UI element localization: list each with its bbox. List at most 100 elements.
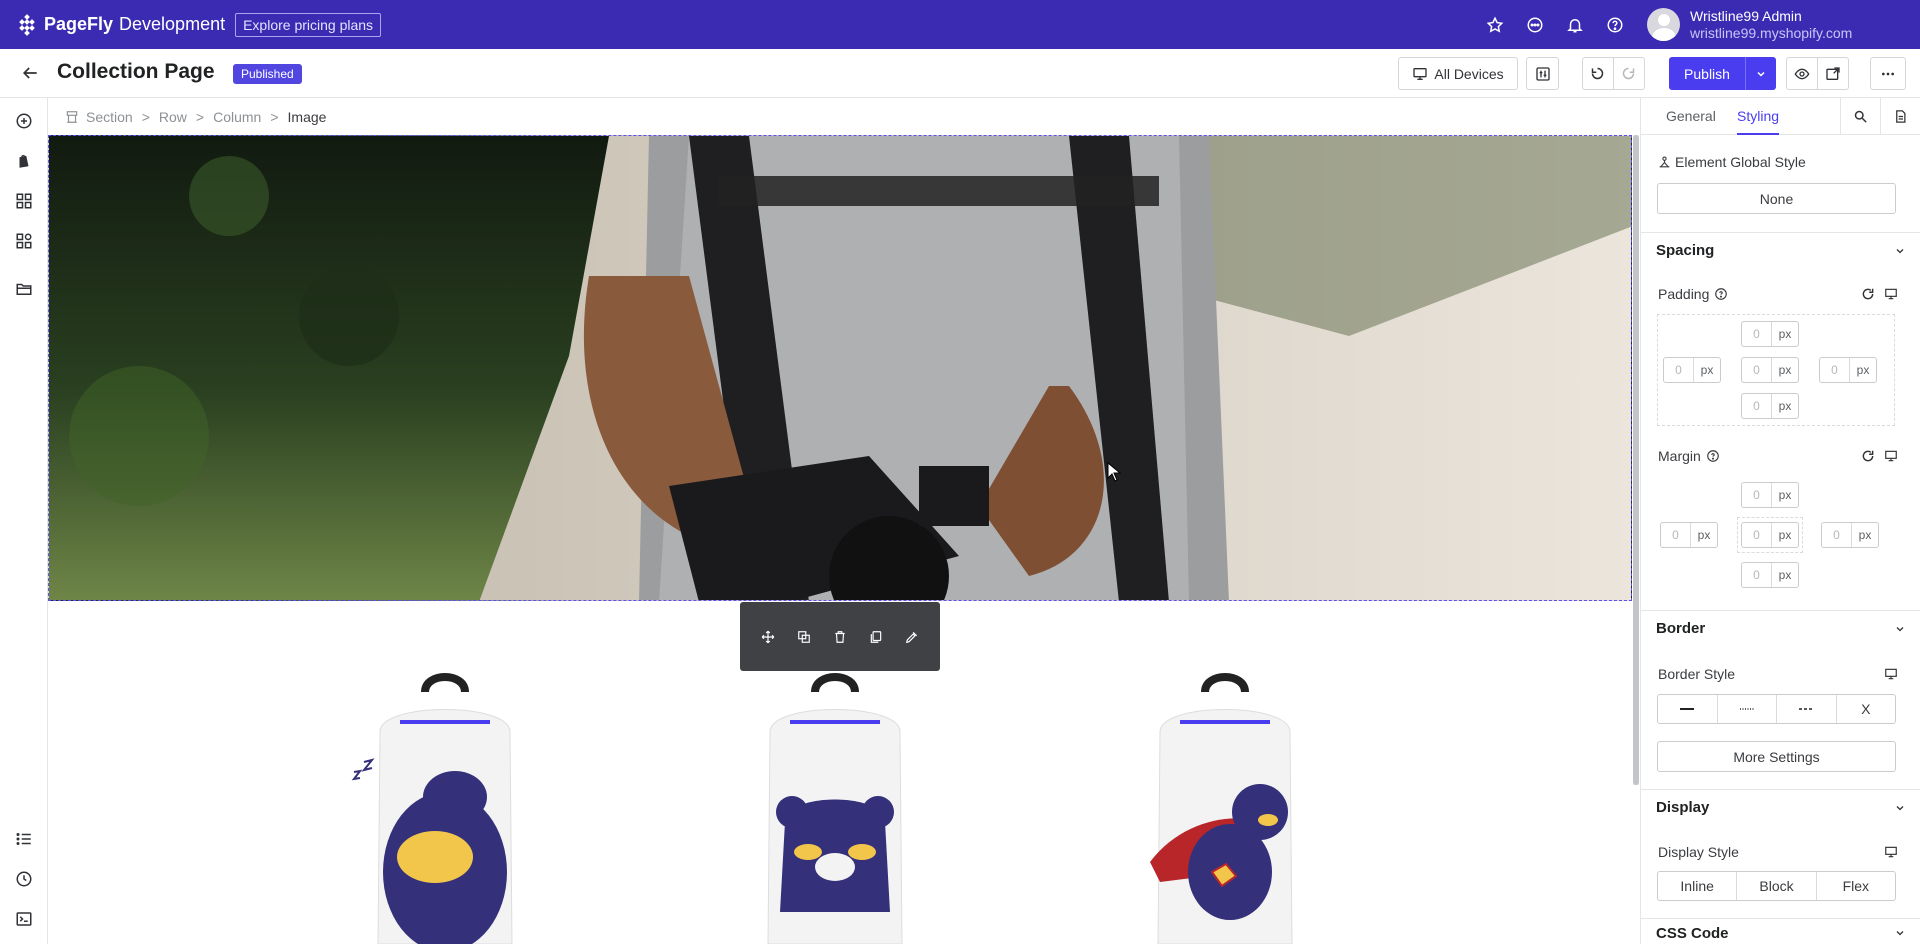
margin-top-value[interactable]: 0 bbox=[1742, 483, 1772, 507]
folder-icon[interactable] bbox=[13, 278, 35, 300]
spacing-section-header[interactable]: Spacing bbox=[1641, 232, 1920, 267]
star-icon[interactable] bbox=[1475, 0, 1515, 49]
external-preview-icon[interactable] bbox=[1818, 58, 1848, 89]
eyedropper-icon[interactable] bbox=[901, 626, 923, 648]
scrollbar-thumb[interactable] bbox=[1633, 135, 1639, 785]
backpack-image-sleeping-bear[interactable] bbox=[340, 672, 550, 944]
border-dotted-option[interactable] bbox=[1718, 695, 1777, 723]
padding-bottom-unit[interactable]: px bbox=[1772, 394, 1798, 418]
padding-right-unit[interactable]: px bbox=[1850, 358, 1876, 382]
padding-bottom-value[interactable]: 0 bbox=[1742, 394, 1772, 418]
duplicate-icon[interactable] bbox=[793, 626, 815, 648]
page-title[interactable]: Collection Page bbox=[57, 60, 215, 84]
breadcrumb-row[interactable]: Row bbox=[159, 109, 187, 125]
avatar[interactable] bbox=[1647, 8, 1680, 41]
margin-top-unit[interactable]: px bbox=[1772, 483, 1798, 507]
backpack-image-bear-face[interactable] bbox=[730, 672, 940, 944]
display-section-header[interactable]: Display bbox=[1641, 789, 1920, 824]
padding-left-field[interactable]: 0 px bbox=[1663, 357, 1721, 383]
breadcrumb-section[interactable]: Section bbox=[86, 109, 133, 125]
margin-left-value[interactable]: 0 bbox=[1661, 523, 1691, 547]
more-options-button[interactable] bbox=[1870, 57, 1906, 90]
tab-general[interactable]: General bbox=[1666, 108, 1716, 124]
margin-right-unit[interactable]: px bbox=[1852, 523, 1878, 547]
history-icon[interactable] bbox=[13, 868, 35, 890]
margin-bottom-value[interactable]: 0 bbox=[1742, 563, 1772, 587]
publish-label[interactable]: Publish bbox=[1669, 66, 1745, 82]
margin-center-value[interactable]: 0 bbox=[1742, 523, 1772, 547]
backpack-image-superhero-bear[interactable] bbox=[1120, 672, 1330, 944]
bell-icon[interactable] bbox=[1555, 0, 1595, 49]
tab-styling[interactable]: Styling bbox=[1737, 108, 1780, 135]
reset-icon[interactable] bbox=[1860, 286, 1876, 302]
hero-image[interactable] bbox=[48, 135, 1632, 601]
margin-center-unit[interactable]: px bbox=[1772, 523, 1798, 547]
display-block-option[interactable]: Block bbox=[1737, 872, 1817, 900]
chat-icon[interactable] bbox=[1515, 0, 1555, 49]
pagefly-logo[interactable]: PageFly Development bbox=[16, 13, 225, 36]
settings-sliders-button[interactable] bbox=[1526, 57, 1559, 90]
layout-icon[interactable] bbox=[13, 190, 35, 212]
shopify-icon[interactable] bbox=[13, 150, 35, 172]
margin-left-unit[interactable]: px bbox=[1691, 523, 1717, 547]
eye-icon[interactable] bbox=[1787, 58, 1818, 89]
desktop-icon[interactable] bbox=[1883, 844, 1899, 860]
reset-icon[interactable] bbox=[1860, 448, 1876, 464]
redo-icon[interactable] bbox=[1614, 58, 1644, 89]
margin-bottom-unit[interactable]: px bbox=[1772, 563, 1798, 587]
padding-top-value[interactable]: 0 bbox=[1742, 322, 1772, 346]
margin-bottom-field[interactable]: 0 px bbox=[1741, 562, 1799, 588]
margin-right-field[interactable]: 0 px bbox=[1821, 522, 1879, 548]
search-icon[interactable] bbox=[1840, 98, 1880, 135]
chevron-down-icon[interactable] bbox=[1745, 57, 1776, 90]
margin-right-value[interactable]: 0 bbox=[1822, 523, 1852, 547]
desktop-icon[interactable] bbox=[1883, 448, 1899, 464]
padding-right-field[interactable]: 0 px bbox=[1819, 357, 1877, 383]
padding-right-value[interactable]: 0 bbox=[1820, 358, 1850, 382]
padding-bottom-field[interactable]: 0 px bbox=[1741, 393, 1799, 419]
padding-left-value[interactable]: 0 bbox=[1664, 358, 1694, 382]
add-icon[interactable] bbox=[13, 110, 35, 132]
delete-icon[interactable] bbox=[829, 626, 851, 648]
document-icon[interactable] bbox=[1880, 98, 1920, 135]
display-flex-option[interactable]: Flex bbox=[1817, 872, 1895, 900]
terminal-icon[interactable] bbox=[13, 908, 35, 930]
desktop-icon[interactable] bbox=[1883, 666, 1899, 682]
margin-left-field[interactable]: 0 px bbox=[1660, 522, 1718, 548]
all-devices-button[interactable]: All Devices bbox=[1398, 57, 1518, 90]
breadcrumb-image[interactable]: Image bbox=[288, 109, 327, 125]
more-settings-button[interactable]: More Settings bbox=[1657, 741, 1896, 772]
padding-top-field[interactable]: 0 px bbox=[1741, 321, 1799, 347]
help-icon[interactable] bbox=[1714, 287, 1728, 301]
css-code-section-header[interactable]: CSS Code bbox=[1641, 918, 1920, 944]
display-inline-option[interactable]: Inline bbox=[1658, 872, 1738, 900]
list-icon[interactable] bbox=[13, 828, 35, 850]
desktop-icon[interactable] bbox=[1883, 286, 1899, 302]
back-arrow-icon[interactable] bbox=[20, 63, 40, 88]
user-info[interactable]: Wristline99 Admin wristline99.myshopify.… bbox=[1690, 8, 1920, 42]
global-style-select[interactable]: None bbox=[1657, 183, 1896, 214]
move-icon[interactable] bbox=[757, 626, 779, 648]
border-solid-option[interactable] bbox=[1658, 695, 1718, 723]
border-dashed-option[interactable] bbox=[1777, 695, 1837, 723]
canvas-scrollbar[interactable] bbox=[1633, 135, 1639, 785]
publish-button[interactable]: Publish bbox=[1669, 57, 1776, 90]
explore-pricing-button[interactable]: Explore pricing plans bbox=[235, 12, 382, 37]
padding-center-field[interactable]: 0 px bbox=[1741, 357, 1799, 383]
margin-center-field[interactable]: 0 px bbox=[1741, 522, 1799, 548]
border-section-header[interactable]: Border bbox=[1641, 610, 1920, 645]
padding-top-unit[interactable]: px bbox=[1772, 322, 1798, 346]
padding-left-unit[interactable]: px bbox=[1694, 358, 1720, 382]
undo-icon[interactable] bbox=[1583, 58, 1614, 89]
border-none-option[interactable]: X bbox=[1837, 695, 1896, 723]
padding-center-value[interactable]: 0 bbox=[1742, 358, 1772, 382]
editor-canvas[interactable] bbox=[48, 135, 1640, 944]
padding-center-unit[interactable]: px bbox=[1772, 358, 1798, 382]
copy-icon[interactable] bbox=[865, 626, 887, 648]
help-icon[interactable] bbox=[1706, 449, 1720, 463]
margin-top-field[interactable]: 0 px bbox=[1741, 482, 1799, 508]
breadcrumb-column[interactable]: Column bbox=[213, 109, 261, 125]
top-bar: PageFly Development Explore pricing plan… bbox=[0, 0, 1920, 49]
help-icon[interactable] bbox=[1595, 0, 1635, 49]
elements-icon[interactable] bbox=[13, 230, 35, 252]
